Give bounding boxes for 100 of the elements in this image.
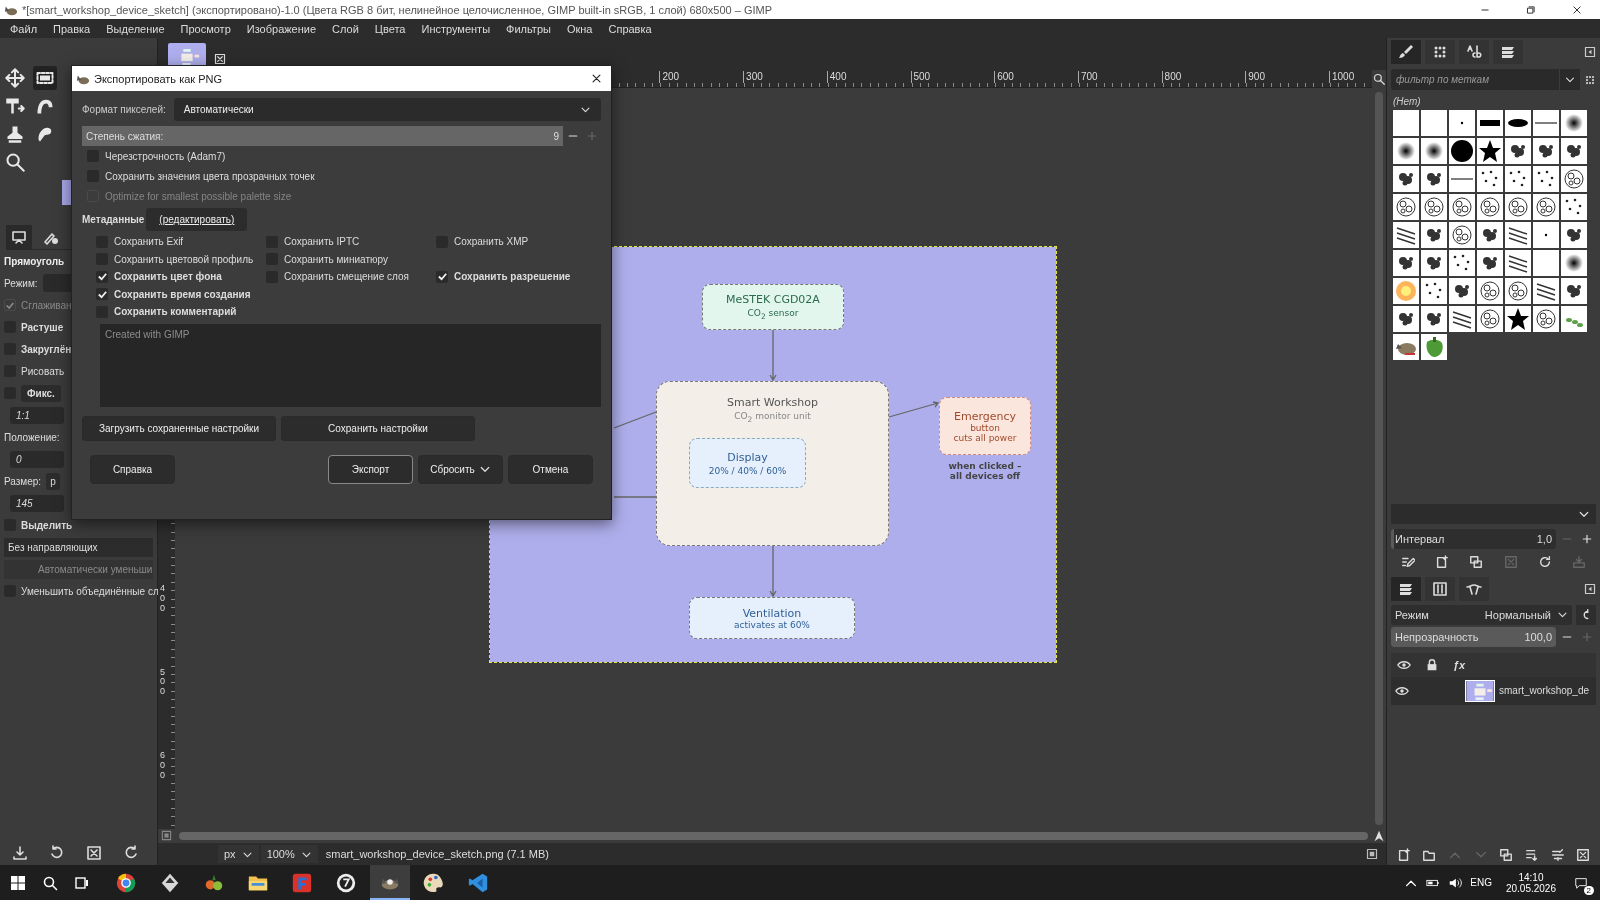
folder-icon[interactable] xyxy=(1422,848,1437,862)
input-field[interactable]: 0 xyxy=(10,450,64,468)
brush-thumbnail[interactable] xyxy=(1393,194,1419,220)
brush-thumbnail[interactable] xyxy=(1477,194,1503,220)
layer-row[interactable]: smart_workshop_de xyxy=(1391,676,1596,705)
brush-thumbnail[interactable] xyxy=(1533,250,1559,276)
brush-thumbnail[interactable] xyxy=(1477,222,1503,248)
brush-thumbnail[interactable] xyxy=(1561,306,1587,332)
guides-dropdown[interactable]: Без направляющих xyxy=(4,537,153,557)
channels-icon[interactable] xyxy=(1425,576,1455,601)
brush-thumbnail[interactable] xyxy=(1561,166,1587,192)
brush-thumbnail[interactable] xyxy=(1421,334,1447,360)
brush-thumbnail[interactable] xyxy=(1393,278,1419,304)
brush-thumbnail[interactable] xyxy=(1477,278,1503,304)
brush-thumbnail[interactable] xyxy=(1561,222,1587,248)
view-icon[interactable] xyxy=(1584,73,1596,86)
vertical-scrollbar[interactable] xyxy=(1375,92,1383,825)
brush-thumbnail[interactable] xyxy=(1561,278,1587,304)
reset-icon[interactable] xyxy=(123,845,139,861)
menu-item[interactable]: Справка xyxy=(600,22,660,35)
checkbox[interactable] xyxy=(96,288,108,301)
brush-thumbnail[interactable] xyxy=(1449,250,1475,276)
unit-dropdown[interactable]: px xyxy=(218,845,259,863)
brush-thumbnail[interactable] xyxy=(1533,166,1559,192)
refresh-icon[interactable] xyxy=(1537,554,1552,569)
brush-thumbnail[interactable] xyxy=(1421,306,1447,332)
menu-item[interactable]: Фильтры xyxy=(498,22,559,35)
menu-item[interactable]: Цвета xyxy=(366,22,414,35)
save-settings-button[interactable]: Сохранить настройки xyxy=(281,415,475,441)
restore-icon[interactable] xyxy=(1526,4,1536,15)
menu-item[interactable]: Правка xyxy=(45,22,99,35)
spacing-slider[interactable]: Интервал 1,0 xyxy=(1391,528,1556,549)
horizontal-scrollbar[interactable] xyxy=(179,832,1368,840)
input-field[interactable]: 145 xyxy=(10,494,64,512)
zoom-icon[interactable] xyxy=(1373,73,1385,85)
chevron-icon[interactable] xyxy=(1560,69,1580,90)
checkbox[interactable] xyxy=(96,270,108,283)
cancel-button[interactable]: Отмена xyxy=(508,454,593,484)
input-field[interactable]: 1:1 xyxy=(10,406,64,424)
brush-thumbnail[interactable] xyxy=(1505,194,1531,220)
brush-thumbnail[interactable] xyxy=(1533,110,1559,136)
quick-mask-icon[interactable] xyxy=(161,830,172,841)
brush-thumbnail[interactable] xyxy=(1477,110,1503,136)
brush-thumbnail[interactable] xyxy=(1505,138,1531,164)
paths-icon[interactable] xyxy=(1459,576,1489,601)
rectangle-select-icon[interactable] xyxy=(33,66,57,90)
brush-thumbnail[interactable] xyxy=(1561,194,1587,220)
brush-icon[interactable] xyxy=(1391,40,1421,64)
anchor-icon[interactable] xyxy=(1550,848,1565,862)
close-icon[interactable] xyxy=(591,73,602,84)
export-button[interactable]: Экспорт xyxy=(328,454,413,484)
foreground-color-swatch[interactable] xyxy=(62,180,71,205)
duplicate-icon[interactable] xyxy=(1469,554,1484,569)
tag-filter-field[interactable]: фильтр по меткам xyxy=(1391,69,1559,90)
tool-options-icon[interactable] xyxy=(6,225,32,249)
aspect-dropdown[interactable]: Фикс. xyxy=(21,384,61,402)
new-icon[interactable] xyxy=(1435,554,1450,569)
menu-item[interactable]: Инструменты xyxy=(413,22,499,35)
brush-thumbnail[interactable] xyxy=(1393,138,1419,164)
brush-thumbnail[interactable] xyxy=(1449,306,1475,332)
checkbox[interactable] xyxy=(436,270,448,283)
unit-dropdown[interactable]: p xyxy=(46,472,60,490)
brush-thumbnail[interactable] xyxy=(1533,138,1559,164)
brush-thumbnail[interactable] xyxy=(1421,110,1447,136)
undo-icon[interactable] xyxy=(49,845,65,861)
brush-thumbnail[interactable] xyxy=(1505,250,1531,276)
menu-item[interactable]: Слой xyxy=(324,22,367,35)
brush-thumbnail[interactable] xyxy=(1561,110,1587,136)
save-icon[interactable] xyxy=(12,845,28,861)
pixel-format-dropdown[interactable]: Автоматически xyxy=(173,98,601,121)
menu-item[interactable]: Окна xyxy=(558,22,601,35)
brush-thumbnail[interactable] xyxy=(1393,250,1419,276)
edit-link[interactable]: (редактировать) xyxy=(146,208,248,231)
brush-thumbnail[interactable] xyxy=(1449,194,1475,220)
brush-thumbnail[interactable] xyxy=(1449,278,1475,304)
comment-field[interactable]: Created with GIMP xyxy=(100,323,601,407)
close-icon[interactable] xyxy=(1572,4,1582,15)
clock[interactable]: 14:10 20.05.2026 xyxy=(1499,871,1562,894)
move-icon[interactable] xyxy=(3,66,27,90)
menu-item[interactable]: Файл xyxy=(2,22,46,35)
brush-thumbnail[interactable] xyxy=(1561,138,1587,164)
pattern-icon[interactable] xyxy=(1425,40,1455,64)
menu-item[interactable]: Просмотр xyxy=(172,22,239,35)
brush-thumbnail[interactable] xyxy=(1505,222,1531,248)
notification-button[interactable]: 2 xyxy=(1570,871,1592,894)
brush-thumbnail[interactable] xyxy=(1477,166,1503,192)
reset-icon[interactable] xyxy=(1576,604,1596,625)
brush-thumbnail[interactable] xyxy=(1421,222,1447,248)
load-settings-button[interactable]: Загрузить сохраненные настройки xyxy=(82,415,276,441)
pointer-icon[interactable] xyxy=(1366,848,1378,860)
document-history-icon[interactable] xyxy=(1493,40,1523,64)
opacity-slider[interactable]: Непрозрачность 100,0 xyxy=(1391,626,1556,647)
brush-thumbnail[interactable] xyxy=(1561,250,1587,276)
compression-slider[interactable]: Степень сжатия: 9 xyxy=(82,126,563,146)
configure-icon[interactable] xyxy=(1584,46,1596,58)
language-indicator[interactable]: ENG xyxy=(1470,877,1492,888)
brush-thumbnail[interactable] xyxy=(1533,306,1559,332)
layers-icon[interactable] xyxy=(1391,576,1421,601)
merge-icon[interactable] xyxy=(1524,848,1539,862)
brush-thumbnail[interactable] xyxy=(1421,194,1447,220)
